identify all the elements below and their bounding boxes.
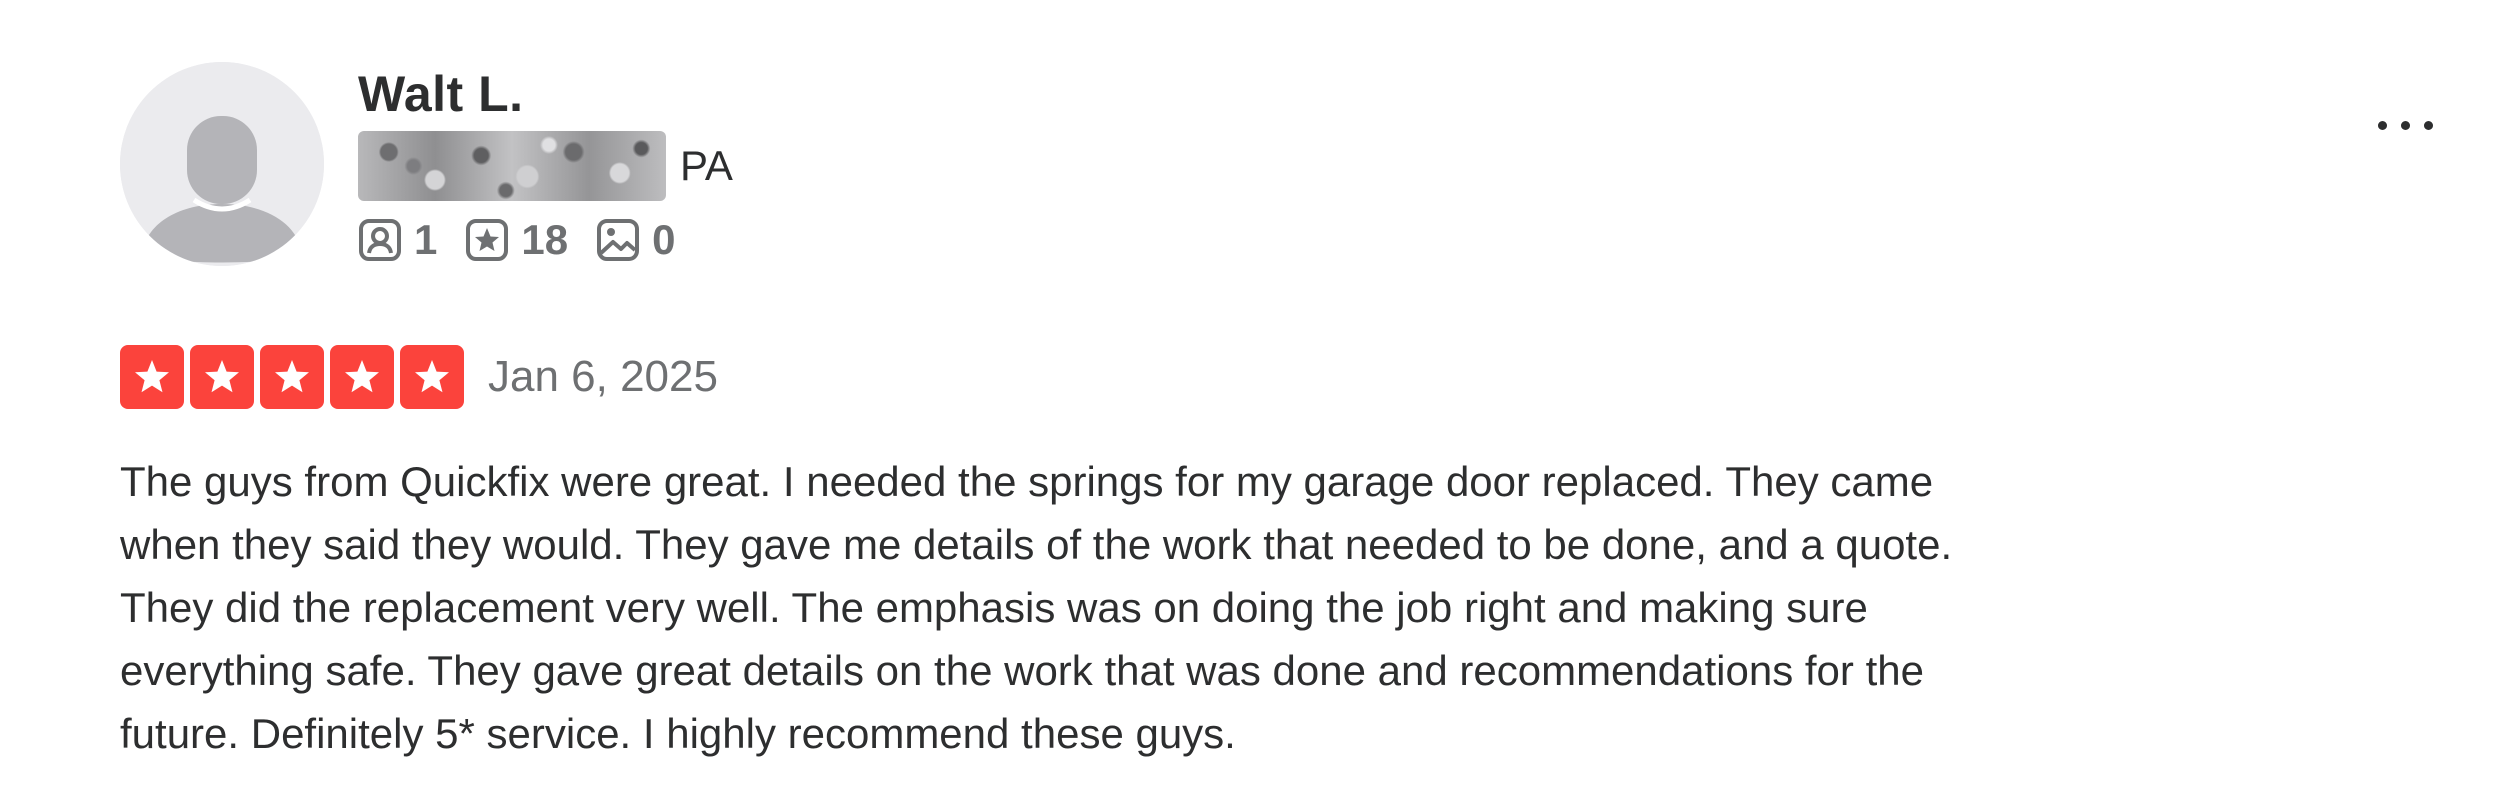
review-text-line: The guys from Quickfix were great. I nee…: [120, 458, 1934, 505]
star-icon: [190, 345, 254, 409]
blurred-city-redaction: [358, 131, 666, 201]
star-icon: [120, 345, 184, 409]
reviews-star-icon: [466, 219, 509, 261]
star-rating: [120, 345, 464, 409]
review-rating-row: Jan 6, 2025: [120, 345, 718, 409]
more-options-button[interactable]: [2360, 100, 2450, 150]
star-icon: [400, 345, 464, 409]
star-icon: [260, 345, 324, 409]
review-text-line: They did the replacement very well. The …: [120, 584, 1868, 631]
stat-reviews: 18: [465, 216, 568, 264]
star-icon: [330, 345, 394, 409]
review-text-line: when they said they would. They gave me …: [120, 521, 1953, 568]
reviews-count: 18: [521, 216, 569, 263]
photos-count: 0: [652, 216, 676, 263]
review-date: Jan 6, 2025: [488, 352, 718, 401]
reviewer-name[interactable]: Walt L.: [358, 62, 524, 126]
location-state: PA: [680, 142, 733, 189]
avatar[interactable]: [120, 62, 324, 266]
ellipsis-icon: [2371, 120, 2440, 130]
reviewer-location: PA: [358, 130, 733, 202]
stat-photos: 0: [596, 216, 675, 264]
review-text: The guys from Quickfix were great. I nee…: [120, 450, 2200, 765]
reviewer-stats: 1 18 0: [358, 212, 703, 268]
review-text-line: everything safe. They gave great details…: [120, 647, 1924, 694]
friends-count: 1: [414, 216, 438, 263]
friends-icon: [359, 219, 401, 261]
review-text-line: future. Definitely 5* service. I highly …: [120, 710, 1236, 757]
photos-icon: [597, 219, 640, 261]
default-user-avatar-icon: [120, 62, 324, 266]
stat-friends: 1: [358, 216, 437, 264]
review-card: Walt L. PA 1 18 0 Jan 6, 2025 The guys f…: [0, 0, 2500, 790]
